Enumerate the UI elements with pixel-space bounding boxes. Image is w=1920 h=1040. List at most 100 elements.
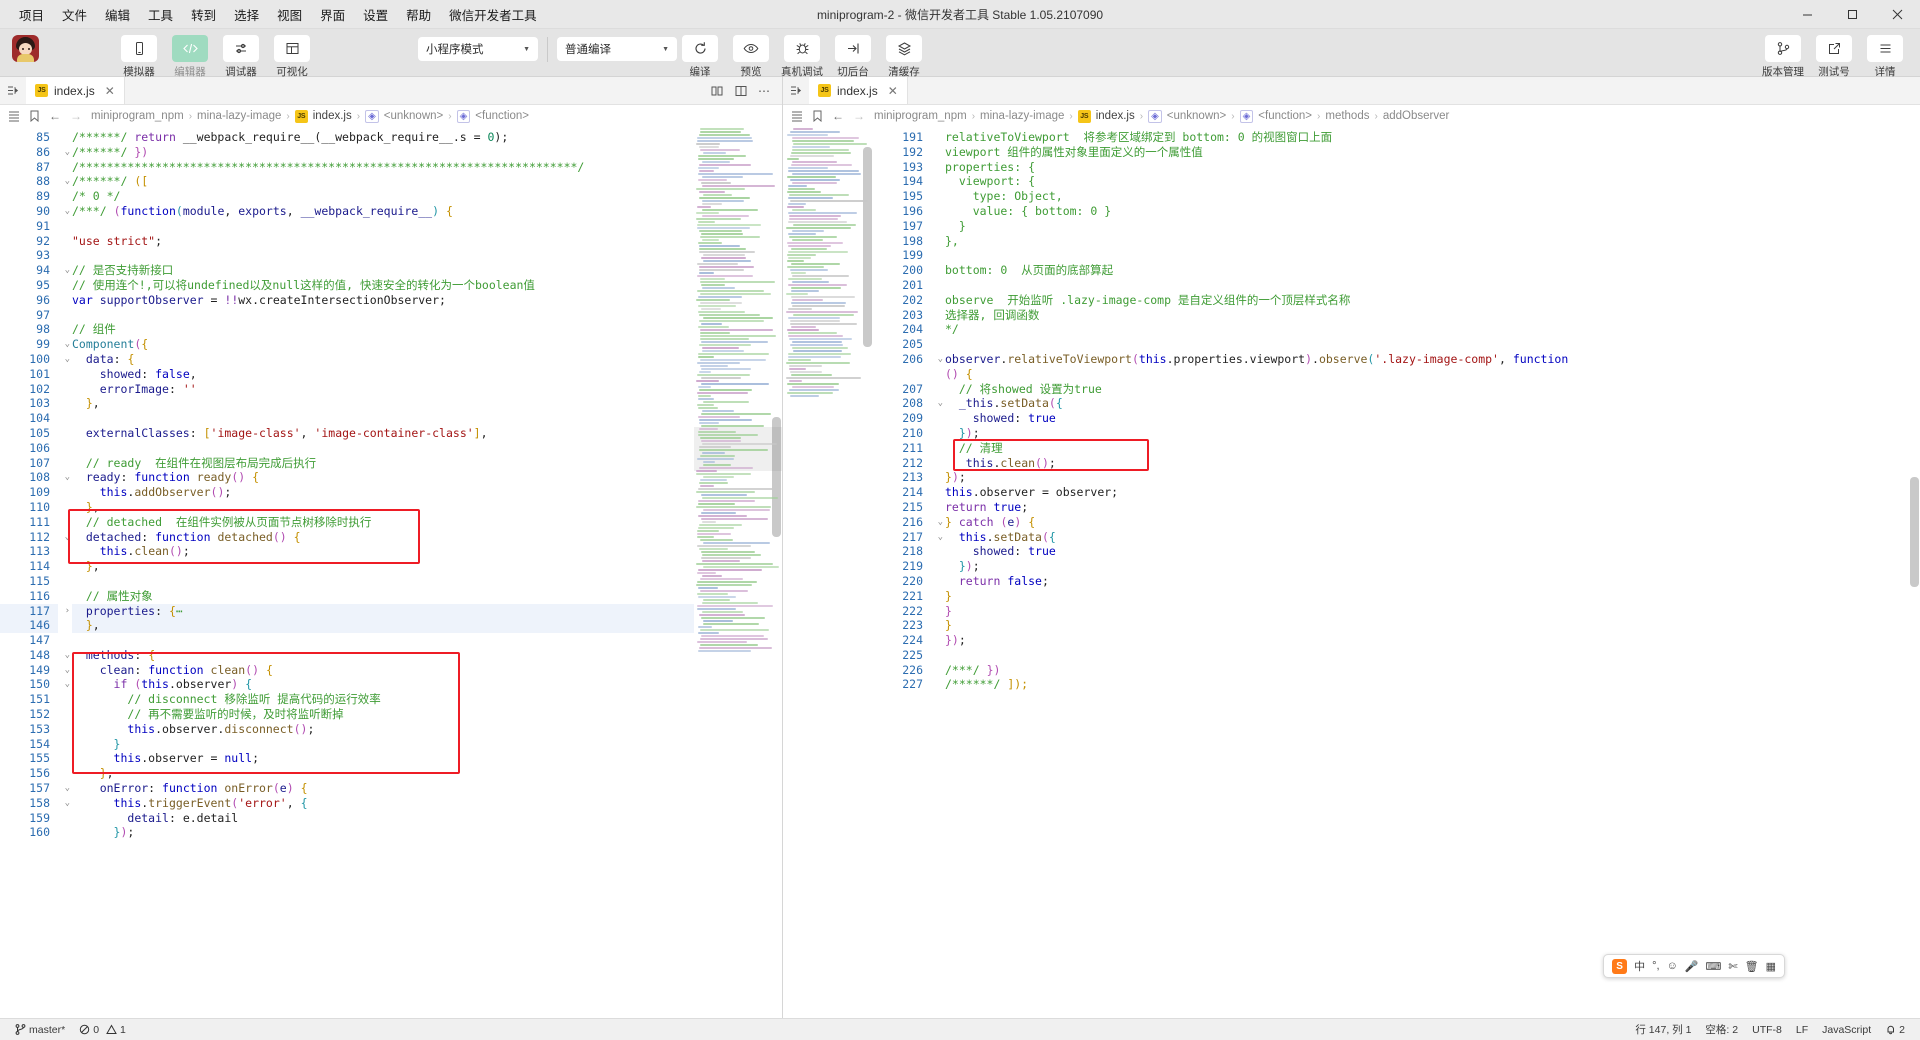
code-line[interactable]: // 是否支持新接口 bbox=[72, 263, 694, 278]
toolbar-right-版本管理[interactable]: 版本管理 bbox=[1760, 29, 1806, 79]
close-button[interactable] bbox=[1875, 0, 1920, 29]
code-line[interactable]: } bbox=[945, 589, 1824, 604]
avatar[interactable] bbox=[12, 35, 39, 62]
breadcrumb-item[interactable]: miniprogram_npm bbox=[874, 110, 967, 122]
code-line[interactable]: } catch (e) { bbox=[945, 515, 1824, 530]
code-line[interactable]: this.observer.disconnect(); bbox=[72, 722, 694, 737]
maximize-button[interactable] bbox=[1830, 0, 1875, 29]
code-line[interactable]: observe 开始监听 .lazy-image-comp 是自定义组件的一个顶… bbox=[945, 293, 1824, 308]
toolbar-left-可视化[interactable]: 可视化 bbox=[269, 29, 315, 79]
code-line[interactable] bbox=[945, 248, 1824, 263]
breadcrumb-item[interactable]: <unknown> bbox=[384, 110, 443, 122]
code-line[interactable]: Component({ bbox=[72, 337, 694, 352]
code-line[interactable]: var supportObserver = !!wx.createInterse… bbox=[72, 293, 694, 308]
code-line[interactable]: onError: function onError(e) { bbox=[72, 781, 694, 796]
code-line[interactable]: }, bbox=[72, 500, 694, 515]
more-actions-icon[interactable]: ⋯ bbox=[758, 84, 770, 98]
breadcrumb-item[interactable]: miniprogram_npm bbox=[91, 110, 184, 122]
code-line[interactable]: detail: e.detail bbox=[72, 811, 694, 826]
code-line[interactable]: this.setData({ bbox=[945, 530, 1824, 545]
code-line[interactable] bbox=[945, 278, 1824, 293]
code-line[interactable]: return false; bbox=[945, 574, 1824, 589]
toolbar-left-编辑器[interactable]: 编辑器 bbox=[167, 29, 213, 79]
code-content-left[interactable]: /******/ return __webpack_require__(__we… bbox=[58, 127, 694, 1018]
toolbar-action-切后台[interactable]: 切后台 bbox=[830, 29, 876, 79]
code-line[interactable]: }, bbox=[72, 559, 694, 574]
outline-icon[interactable] bbox=[8, 110, 20, 122]
code-line[interactable]: () { bbox=[945, 367, 1824, 382]
code-line[interactable]: _this.clean(); bbox=[945, 456, 1824, 471]
eye-icon[interactable] bbox=[733, 35, 769, 62]
menu-item-5[interactable]: 选择 bbox=[225, 2, 268, 27]
code-line[interactable]: }); bbox=[945, 470, 1824, 485]
back-arrow-icon[interactable]: ← bbox=[832, 109, 844, 123]
code-line[interactable]: // 使用连个!,可以将undefined以及null这样的值, 快速安全的转化… bbox=[72, 278, 694, 293]
code-line[interactable]: */ bbox=[945, 322, 1824, 337]
menu-item-10[interactable]: 微信开发者工具 bbox=[440, 2, 546, 27]
toolbar-right-详情[interactable]: 详情 bbox=[1862, 29, 1908, 79]
code-line[interactable]: }, bbox=[945, 234, 1824, 249]
code-line[interactable]: _this.setData({ bbox=[945, 396, 1824, 411]
branch-icon[interactable] bbox=[1765, 35, 1801, 62]
back-arrow-icon[interactable]: ← bbox=[49, 109, 61, 123]
code-line[interactable]: // ready 在组件在视图层布局完成后执行 bbox=[72, 456, 694, 471]
code-line[interactable]: properties: {⋯ bbox=[72, 603, 694, 619]
sliders-icon[interactable] bbox=[223, 35, 259, 62]
code-line[interactable]: /******/ }) bbox=[72, 145, 694, 160]
code-line[interactable]: this.observer = null; bbox=[72, 751, 694, 766]
code-line[interactable]: // 组件 bbox=[72, 322, 694, 337]
menu-item-9[interactable]: 帮助 bbox=[397, 2, 440, 27]
code-line[interactable]: showed: false, bbox=[72, 367, 694, 382]
toolbar-left-调试器[interactable]: 调试器 bbox=[218, 29, 264, 79]
code-line[interactable]: observer.relativeToViewport(this.propert… bbox=[945, 352, 1824, 367]
code-line[interactable]: bottom: 0 从页面的底部算起 bbox=[945, 263, 1824, 278]
code-line[interactable]: }); bbox=[72, 825, 694, 840]
code-line[interactable]: /******/ ([ bbox=[72, 174, 694, 189]
outline-icon[interactable] bbox=[791, 110, 803, 122]
status-branch[interactable]: master* bbox=[8, 1024, 72, 1036]
explorer-toggle-icon-right[interactable] bbox=[783, 77, 809, 104]
breadcrumb-item[interactable]: addObserver bbox=[1383, 110, 1449, 122]
phone-icon[interactable] bbox=[121, 35, 157, 62]
toolbar-action-编译[interactable]: 编译 bbox=[677, 29, 723, 79]
code-line[interactable]: }, bbox=[72, 766, 694, 781]
breadcrumb-item[interactable]: index.js bbox=[313, 110, 352, 122]
code-line[interactable]: }, bbox=[72, 396, 694, 411]
ime-trash-icon[interactable]: 🗑 bbox=[1745, 960, 1759, 973]
refresh-icon[interactable] bbox=[682, 35, 718, 62]
code-line[interactable]: } bbox=[945, 604, 1824, 619]
forward-arrow-icon[interactable]: → bbox=[853, 109, 865, 123]
menu-item-4[interactable]: 转到 bbox=[182, 2, 225, 27]
code-line[interactable]: // 将showed 设置为true bbox=[945, 382, 1824, 397]
code-line[interactable]: /* 0 */ bbox=[72, 189, 694, 204]
ime-item[interactable]: °, bbox=[1652, 960, 1659, 972]
ime-emoji-icon[interactable]: ☺ bbox=[1667, 960, 1678, 972]
status-indentation[interactable]: 空格: 2 bbox=[1698, 1022, 1745, 1037]
explorer-toggle-icon[interactable] bbox=[0, 77, 26, 104]
ime-toolbar[interactable]: S 中 °, ☺ 🎤 ⌨ ✄ 🗑 ▦ bbox=[1603, 954, 1785, 978]
code-line[interactable]: }); bbox=[945, 559, 1824, 574]
close-icon[interactable]: ✕ bbox=[888, 84, 898, 98]
code-line[interactable]: /******/ return __webpack_require__(__we… bbox=[72, 130, 694, 145]
code-line[interactable]: detached: function detached() { bbox=[72, 530, 694, 545]
code-line[interactable] bbox=[72, 574, 694, 589]
code-line[interactable]: this.observer = observer; bbox=[945, 485, 1824, 500]
ime-grid-icon[interactable]: ▦ bbox=[1766, 960, 1776, 973]
toolbar-action-清缓存[interactable]: 清缓存 bbox=[881, 29, 927, 79]
code-line[interactable]: if (this.observer) { bbox=[72, 677, 694, 692]
code-line[interactable] bbox=[72, 219, 694, 234]
code-content-right[interactable]: relativeToViewport 将参考区域绑定到 bottom: 0 的视… bbox=[931, 127, 1824, 1018]
menu-item-8[interactable]: 设置 bbox=[354, 2, 397, 27]
code-line[interactable]: errorImage: '' bbox=[72, 382, 694, 397]
code-line[interactable]: }); bbox=[945, 426, 1824, 441]
code-line[interactable]: // detached 在组件实例被从页面节点树移除时执行 bbox=[72, 515, 694, 530]
menu-item-3[interactable]: 工具 bbox=[139, 2, 182, 27]
menu-item-7[interactable]: 界面 bbox=[311, 2, 354, 27]
code-icon[interactable] bbox=[172, 35, 208, 62]
status-encoding[interactable]: UTF-8 bbox=[1745, 1024, 1789, 1036]
code-line[interactable]: ready: function ready() { bbox=[72, 470, 694, 485]
code-line[interactable] bbox=[72, 248, 694, 263]
code-line[interactable]: properties: { bbox=[945, 160, 1824, 175]
status-problems[interactable]: 0 1 bbox=[72, 1024, 133, 1036]
code-line[interactable]: // disconnect 移除监听 提高代码的运行效率 bbox=[72, 692, 694, 707]
